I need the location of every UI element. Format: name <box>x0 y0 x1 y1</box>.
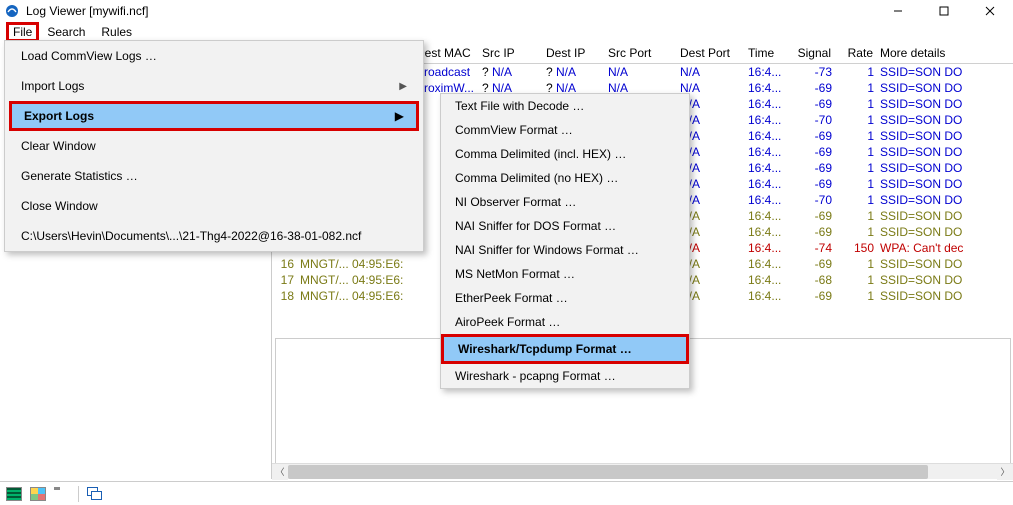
menubar: File Search Rules <box>0 22 1013 42</box>
close-button[interactable] <box>967 0 1013 22</box>
col-signal[interactable]: Signal <box>794 44 838 62</box>
export-wireshark-pcapng[interactable]: Wireshark - pcapng Format … <box>441 364 689 388</box>
col-dest-mac[interactable]: Dest MAC <box>416 44 482 62</box>
export-etherpeek[interactable]: EtherPeek Format … <box>441 286 689 310</box>
cascade-icon[interactable] <box>87 487 103 501</box>
window-title: Log Viewer [mywifi.ncf] <box>26 4 875 18</box>
export-commview[interactable]: CommView Format … <box>441 118 689 142</box>
export-csv-hex[interactable]: Comma Delimited (incl. HEX) … <box>441 142 689 166</box>
menu-search[interactable]: Search <box>39 23 93 41</box>
scroll-thumb[interactable] <box>288 465 928 479</box>
statusbar <box>0 481 1013 505</box>
file-export-logs[interactable]: Export Logs▶ <box>9 101 419 131</box>
chevron-right-icon: ▶ <box>399 81 407 92</box>
col-src-port[interactable]: Src Port <box>608 44 680 62</box>
titlebar: Log Viewer [mywifi.ncf] <box>0 0 1013 22</box>
export-nai-windows[interactable]: NAI Sniffer for Windows Format … <box>441 238 689 262</box>
export-ni-observer[interactable]: NI Observer Format … <box>441 190 689 214</box>
col-more[interactable]: More details <box>880 44 970 62</box>
export-airopeek[interactable]: AiroPeek Format … <box>441 310 689 334</box>
col-src-ip[interactable]: Src IP <box>482 44 546 62</box>
tile-quad-icon[interactable] <box>30 487 46 501</box>
col-dest-ip[interactable]: Dest IP <box>546 44 608 62</box>
scroll-left-icon[interactable]: 〈 <box>272 464 288 480</box>
menu-rules[interactable]: Rules <box>93 23 140 41</box>
file-recent-log[interactable]: C:\Users\Hevin\Documents\...\21-Thg4-202… <box>5 221 423 251</box>
export-csv-nohex[interactable]: Comma Delimited (no HEX) … <box>441 166 689 190</box>
separator <box>78 486 79 502</box>
horizontal-scrollbar[interactable]: 〈 〉 <box>272 463 1013 479</box>
app-icon <box>4 3 20 19</box>
maximize-button[interactable] <box>921 0 967 22</box>
export-wireshark-tcpdump[interactable]: Wireshark/Tcpdump Format … <box>441 334 689 364</box>
export-text-decode[interactable]: Text File with Decode … <box>441 94 689 118</box>
col-dest-port[interactable]: Dest Port <box>680 44 748 62</box>
window-controls <box>875 0 1013 22</box>
menu-file[interactable]: File <box>13 25 32 39</box>
file-close-window[interactable]: Close Window <box>5 191 423 221</box>
file-export-logs-highlight: Export Logs▶ <box>9 101 419 131</box>
col-rate[interactable]: Rate <box>838 44 880 62</box>
export-ms-netmon[interactable]: MS NetMon Format … <box>441 262 689 286</box>
chevron-right-icon: ▶ <box>395 109 404 123</box>
export-nai-dos[interactable]: NAI Sniffer for DOS Format … <box>441 214 689 238</box>
file-generate-stats[interactable]: Generate Statistics … <box>5 161 423 191</box>
menu-file-highlight: File <box>6 22 39 42</box>
col-time[interactable]: Time <box>748 44 794 62</box>
scroll-track[interactable] <box>288 464 997 480</box>
scroll-right-icon[interactable]: 〉 <box>997 464 1013 480</box>
minimize-button[interactable] <box>875 0 921 22</box>
tile-vertical-icon[interactable] <box>6 487 22 501</box>
file-clear-window[interactable]: Clear Window <box>5 131 423 161</box>
file-import-logs[interactable]: Import Logs▶ <box>5 71 423 101</box>
tile-horizontal-icon[interactable] <box>54 487 70 501</box>
file-menu: Load CommView Logs … Import Logs▶ Export… <box>4 40 424 252</box>
file-load-logs[interactable]: Load CommView Logs … <box>5 41 423 71</box>
export-submenu: Text File with Decode … CommView Format … <box>440 93 690 389</box>
